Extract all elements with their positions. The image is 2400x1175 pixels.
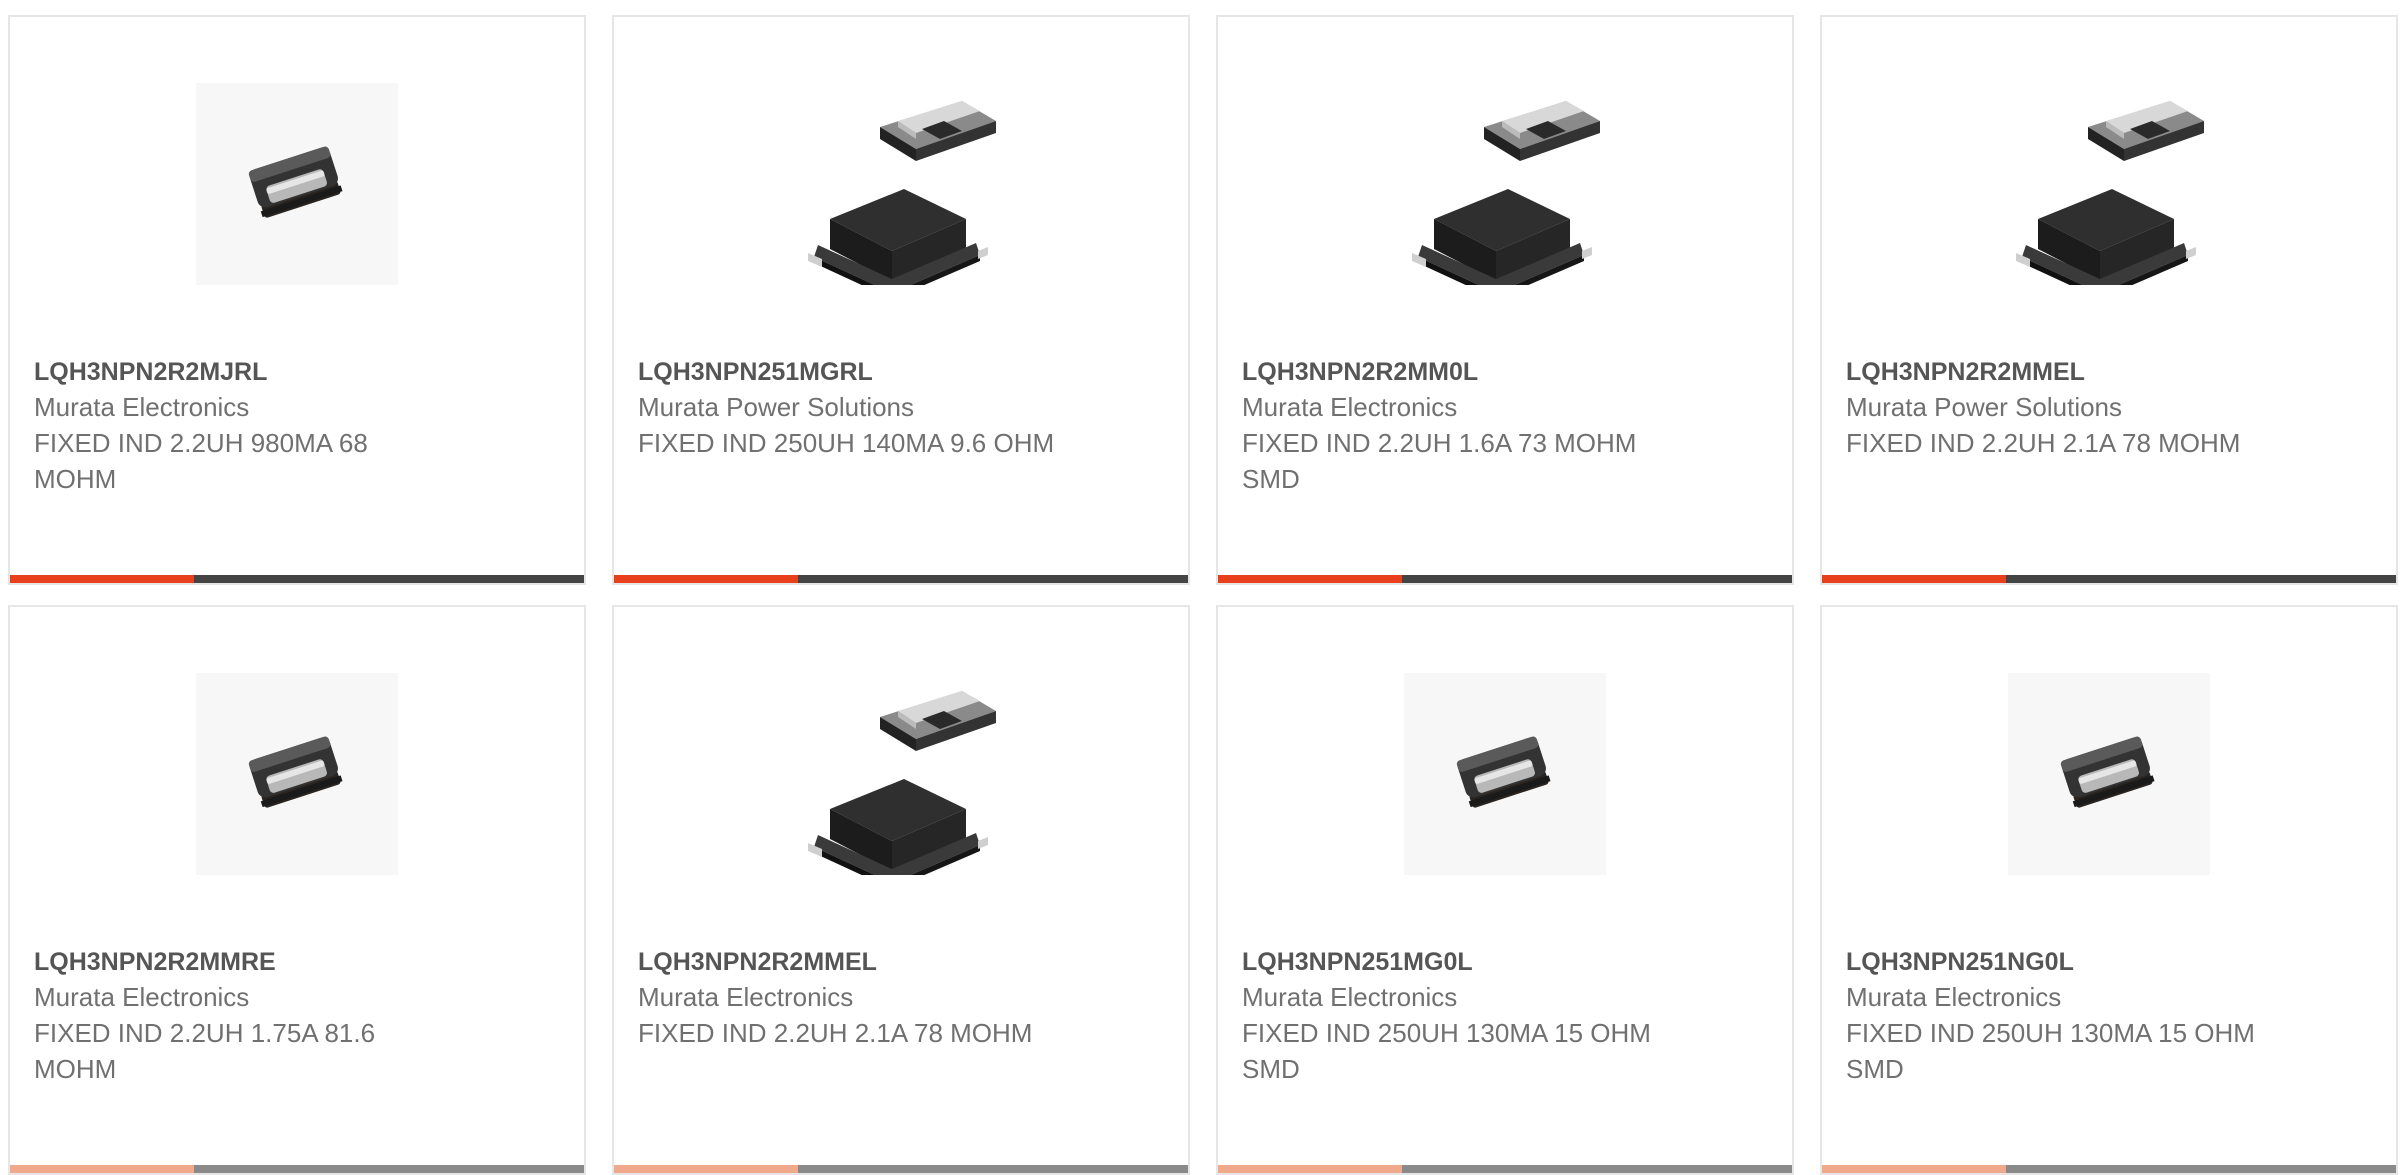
progress-fill — [1822, 1165, 2006, 1173]
description: FIXED IND 2.2UH 1.75A 81.6 MOHM — [34, 1018, 376, 1084]
progress-bar — [614, 575, 1188, 583]
part-number[interactable]: LQH3NPN251MG0L — [1242, 945, 1772, 979]
progress-fill — [1822, 575, 2006, 583]
manufacturer: Murata Electronics — [1242, 982, 1458, 1012]
product-card[interactable]: LQH3NPN2R2MMRE Murata Electronics FIXED … — [8, 605, 586, 1175]
manufacturer: Murata Electronics — [1242, 392, 1458, 422]
part-number[interactable]: LQH3NPN2R2MJRL — [34, 355, 564, 389]
description: FIXED IND 2.2UH 1.6A 73 MOHM SMD — [1242, 428, 1637, 494]
product-info: LQH3NPN2R2MMRE Murata Electronics FIXED … — [34, 945, 564, 1087]
progress-bar — [1218, 575, 1792, 583]
description: FIXED IND 2.2UH 980MA 68 MOHM — [34, 428, 368, 494]
product-info: LQH3NPN2R2MM0L Murata Electronics FIXED … — [1242, 355, 1772, 497]
product-card[interactable]: LQH3NPN251MGRL Murata Power Solutions FI… — [612, 15, 1190, 585]
part-number[interactable]: LQH3NPN251MGRL — [638, 355, 1168, 389]
product-info: LQH3NPN251MG0L Murata Electronics FIXED … — [1242, 945, 1772, 1087]
product-grid: LQH3NPN2R2MJRL Murata Electronics FIXED … — [8, 15, 2398, 1175]
description: FIXED IND 2.2UH 2.1A 78 MOHM — [638, 1018, 1033, 1048]
product-card[interactable]: LQH3NPN251NG0L Murata Electronics FIXED … — [1820, 605, 2398, 1175]
product-card[interactable]: LQH3NPN251MG0L Murata Electronics FIXED … — [1216, 605, 1794, 1175]
progress-bar — [614, 1165, 1188, 1173]
product-image small-inductor-icon[interactable] — [196, 83, 398, 285]
product-info: LQH3NPN251NG0L Murata Electronics FIXED … — [1846, 945, 2376, 1087]
product-info: LQH3NPN251MGRL Murata Power Solutions FI… — [638, 355, 1168, 461]
product-image small-inductor-icon[interactable] — [1404, 673, 1606, 875]
manufacturer: Murata Power Solutions — [638, 392, 915, 422]
product-info: LQH3NPN2R2MMEL Murata Power Solutions FI… — [1846, 355, 2376, 461]
progress-bar — [1822, 1165, 2396, 1173]
part-number[interactable]: LQH3NPN2R2MMEL — [638, 945, 1168, 979]
product-card[interactable]: LQH3NPN2R2MMEL Murata Electronics FIXED … — [612, 605, 1190, 1175]
part-number[interactable]: LQH3NPN2R2MMRE — [34, 945, 564, 979]
progress-bar — [1822, 575, 2396, 583]
manufacturer: Murata Electronics — [638, 982, 854, 1012]
manufacturer: Murata Power Solutions — [1846, 392, 2123, 422]
product-image small-inductor-icon[interactable] — [2008, 673, 2210, 875]
part-number[interactable]: LQH3NPN2R2MM0L — [1242, 355, 1772, 389]
progress-bar — [10, 1165, 584, 1173]
progress-fill — [10, 575, 194, 583]
description: FIXED IND 250UH 130MA 15 OHM SMD — [1242, 1018, 1651, 1084]
product-card[interactable]: LQH3NPN2R2MMEL Murata Power Solutions FI… — [1820, 15, 2398, 585]
part-number[interactable]: LQH3NPN2R2MMEL — [1846, 355, 2376, 389]
product-image small-inductor-icon[interactable] — [196, 673, 398, 875]
product-image power-inductor-icon[interactable] — [2008, 83, 2210, 285]
description: FIXED IND 250UH 140MA 9.6 OHM — [638, 428, 1055, 458]
progress-bar — [10, 575, 584, 583]
manufacturer: Murata Electronics — [1846, 982, 2062, 1012]
product-image power-inductor-icon[interactable] — [800, 83, 1002, 285]
part-number[interactable]: LQH3NPN251NG0L — [1846, 945, 2376, 979]
progress-fill — [1218, 1165, 1402, 1173]
progress-fill — [10, 1165, 194, 1173]
progress-bar — [1218, 1165, 1792, 1173]
product-image power-inductor-icon[interactable] — [1404, 83, 1606, 285]
progress-fill — [614, 575, 798, 583]
product-card[interactable]: LQH3NPN2R2MM0L Murata Electronics FIXED … — [1216, 15, 1794, 585]
description: FIXED IND 2.2UH 2.1A 78 MOHM — [1846, 428, 2241, 458]
description: FIXED IND 250UH 130MA 15 OHM SMD — [1846, 1018, 2255, 1084]
manufacturer: Murata Electronics — [34, 982, 250, 1012]
product-info: LQH3NPN2R2MJRL Murata Electronics FIXED … — [34, 355, 564, 497]
product-card[interactable]: LQH3NPN2R2MJRL Murata Electronics FIXED … — [8, 15, 586, 585]
progress-fill — [1218, 575, 1402, 583]
manufacturer: Murata Electronics — [34, 392, 250, 422]
product-image power-inductor-icon[interactable] — [800, 673, 1002, 875]
progress-fill — [614, 1165, 798, 1173]
product-info: LQH3NPN2R2MMEL Murata Electronics FIXED … — [638, 945, 1168, 1051]
